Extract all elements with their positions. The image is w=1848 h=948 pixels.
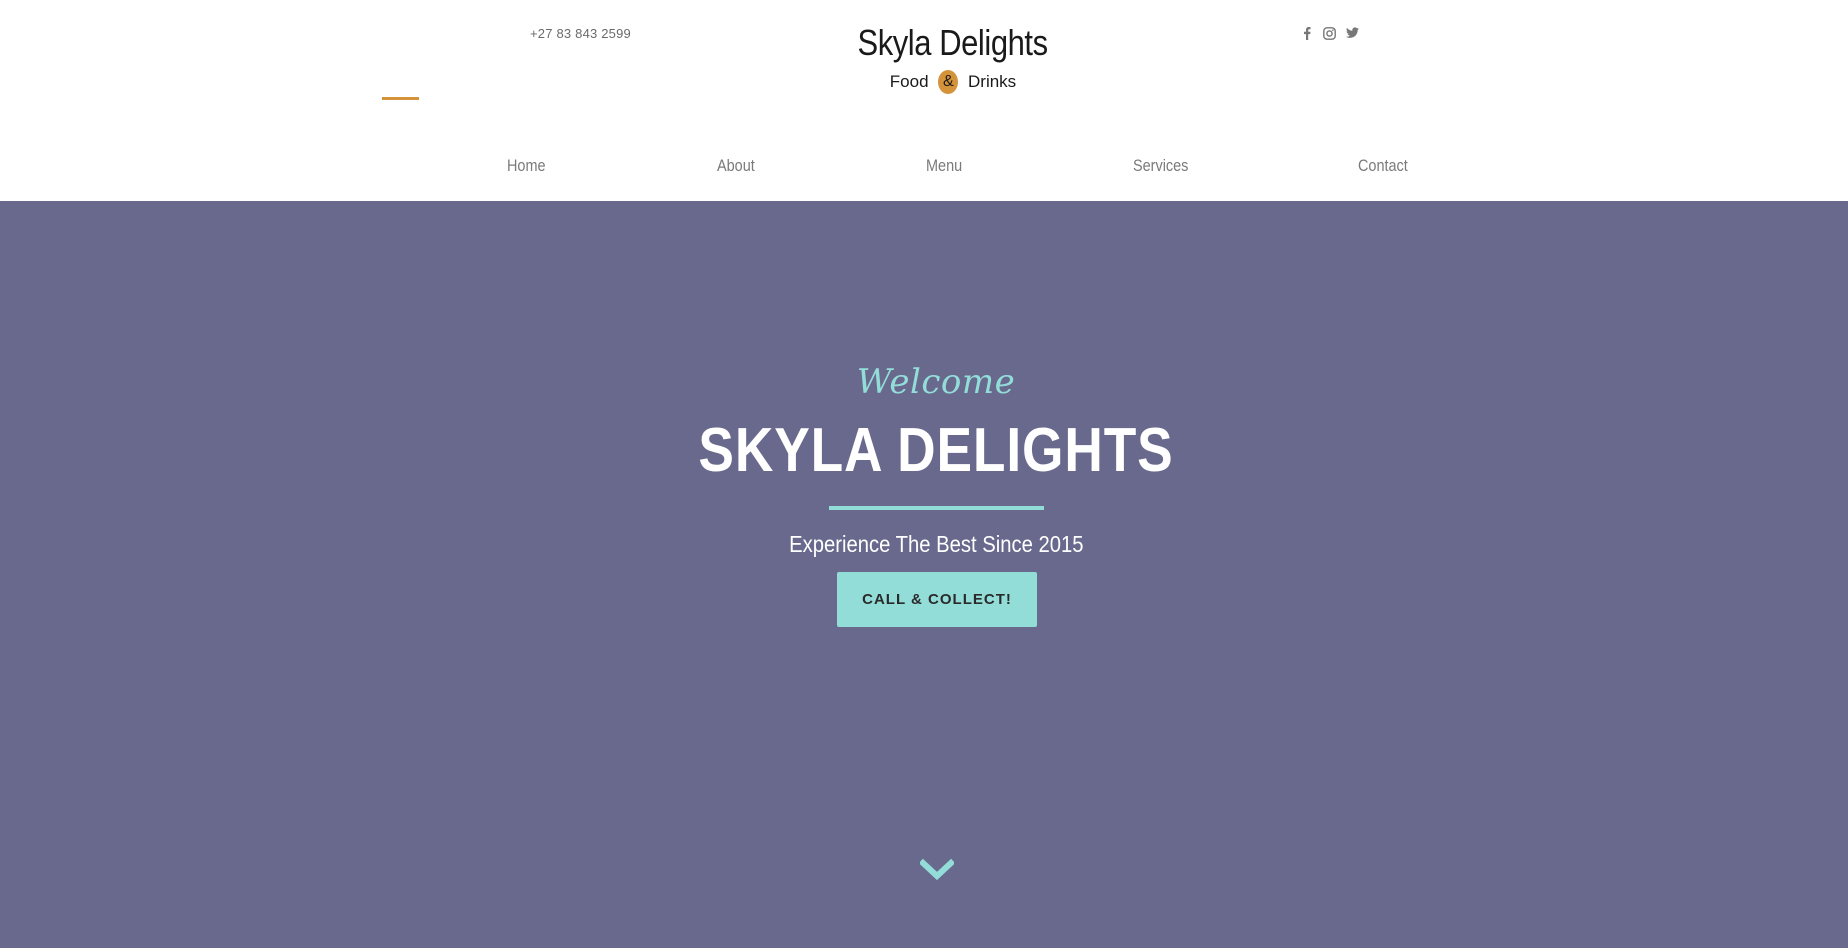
brand-sub-food: Food [889,72,929,91]
brand-title: Skyla Delights [857,22,1049,63]
brand-sub-drinks: Drinks [968,72,1017,91]
ampersand-badge: & [938,70,959,94]
hero-section: Welcome SKYLA DELIGHTS Experience The Be… [0,201,1848,948]
twitter-icon[interactable] [1346,26,1359,40]
hero-divider [829,506,1044,510]
chevron-down-icon[interactable] [918,857,956,883]
nav-item-about[interactable]: About [717,156,755,176]
nav-item-services[interactable]: Services [1133,156,1188,176]
social-links [1300,26,1359,40]
brand-subtitle: Food & Drinks [0,70,1848,94]
facebook-icon[interactable] [1300,26,1313,40]
instagram-icon[interactable] [1323,26,1336,40]
nav-item-contact[interactable]: Contact [1358,156,1408,176]
brand-logo[interactable]: Skyla Delights [0,22,1848,64]
site-header: +27 83 843 2599 Skyla Delights Food & Dr… [0,0,1848,201]
main-nav: Home About Menu Services Contact [0,156,1848,184]
accent-divider [382,97,419,100]
nav-item-home[interactable]: Home [507,156,546,176]
hero-welcome: Welcome [856,362,1016,402]
hero-tagline: Experience The Best Since 2015 [0,531,1848,558]
hero-tagline-text: Experience The Best Since 2015 [788,531,1084,557]
call-and-collect-button[interactable]: CALL & COLLECT! [837,572,1037,627]
nav-item-menu[interactable]: Menu [926,156,962,176]
hero-title: SKYLA DELIGHTS [698,416,1174,485]
